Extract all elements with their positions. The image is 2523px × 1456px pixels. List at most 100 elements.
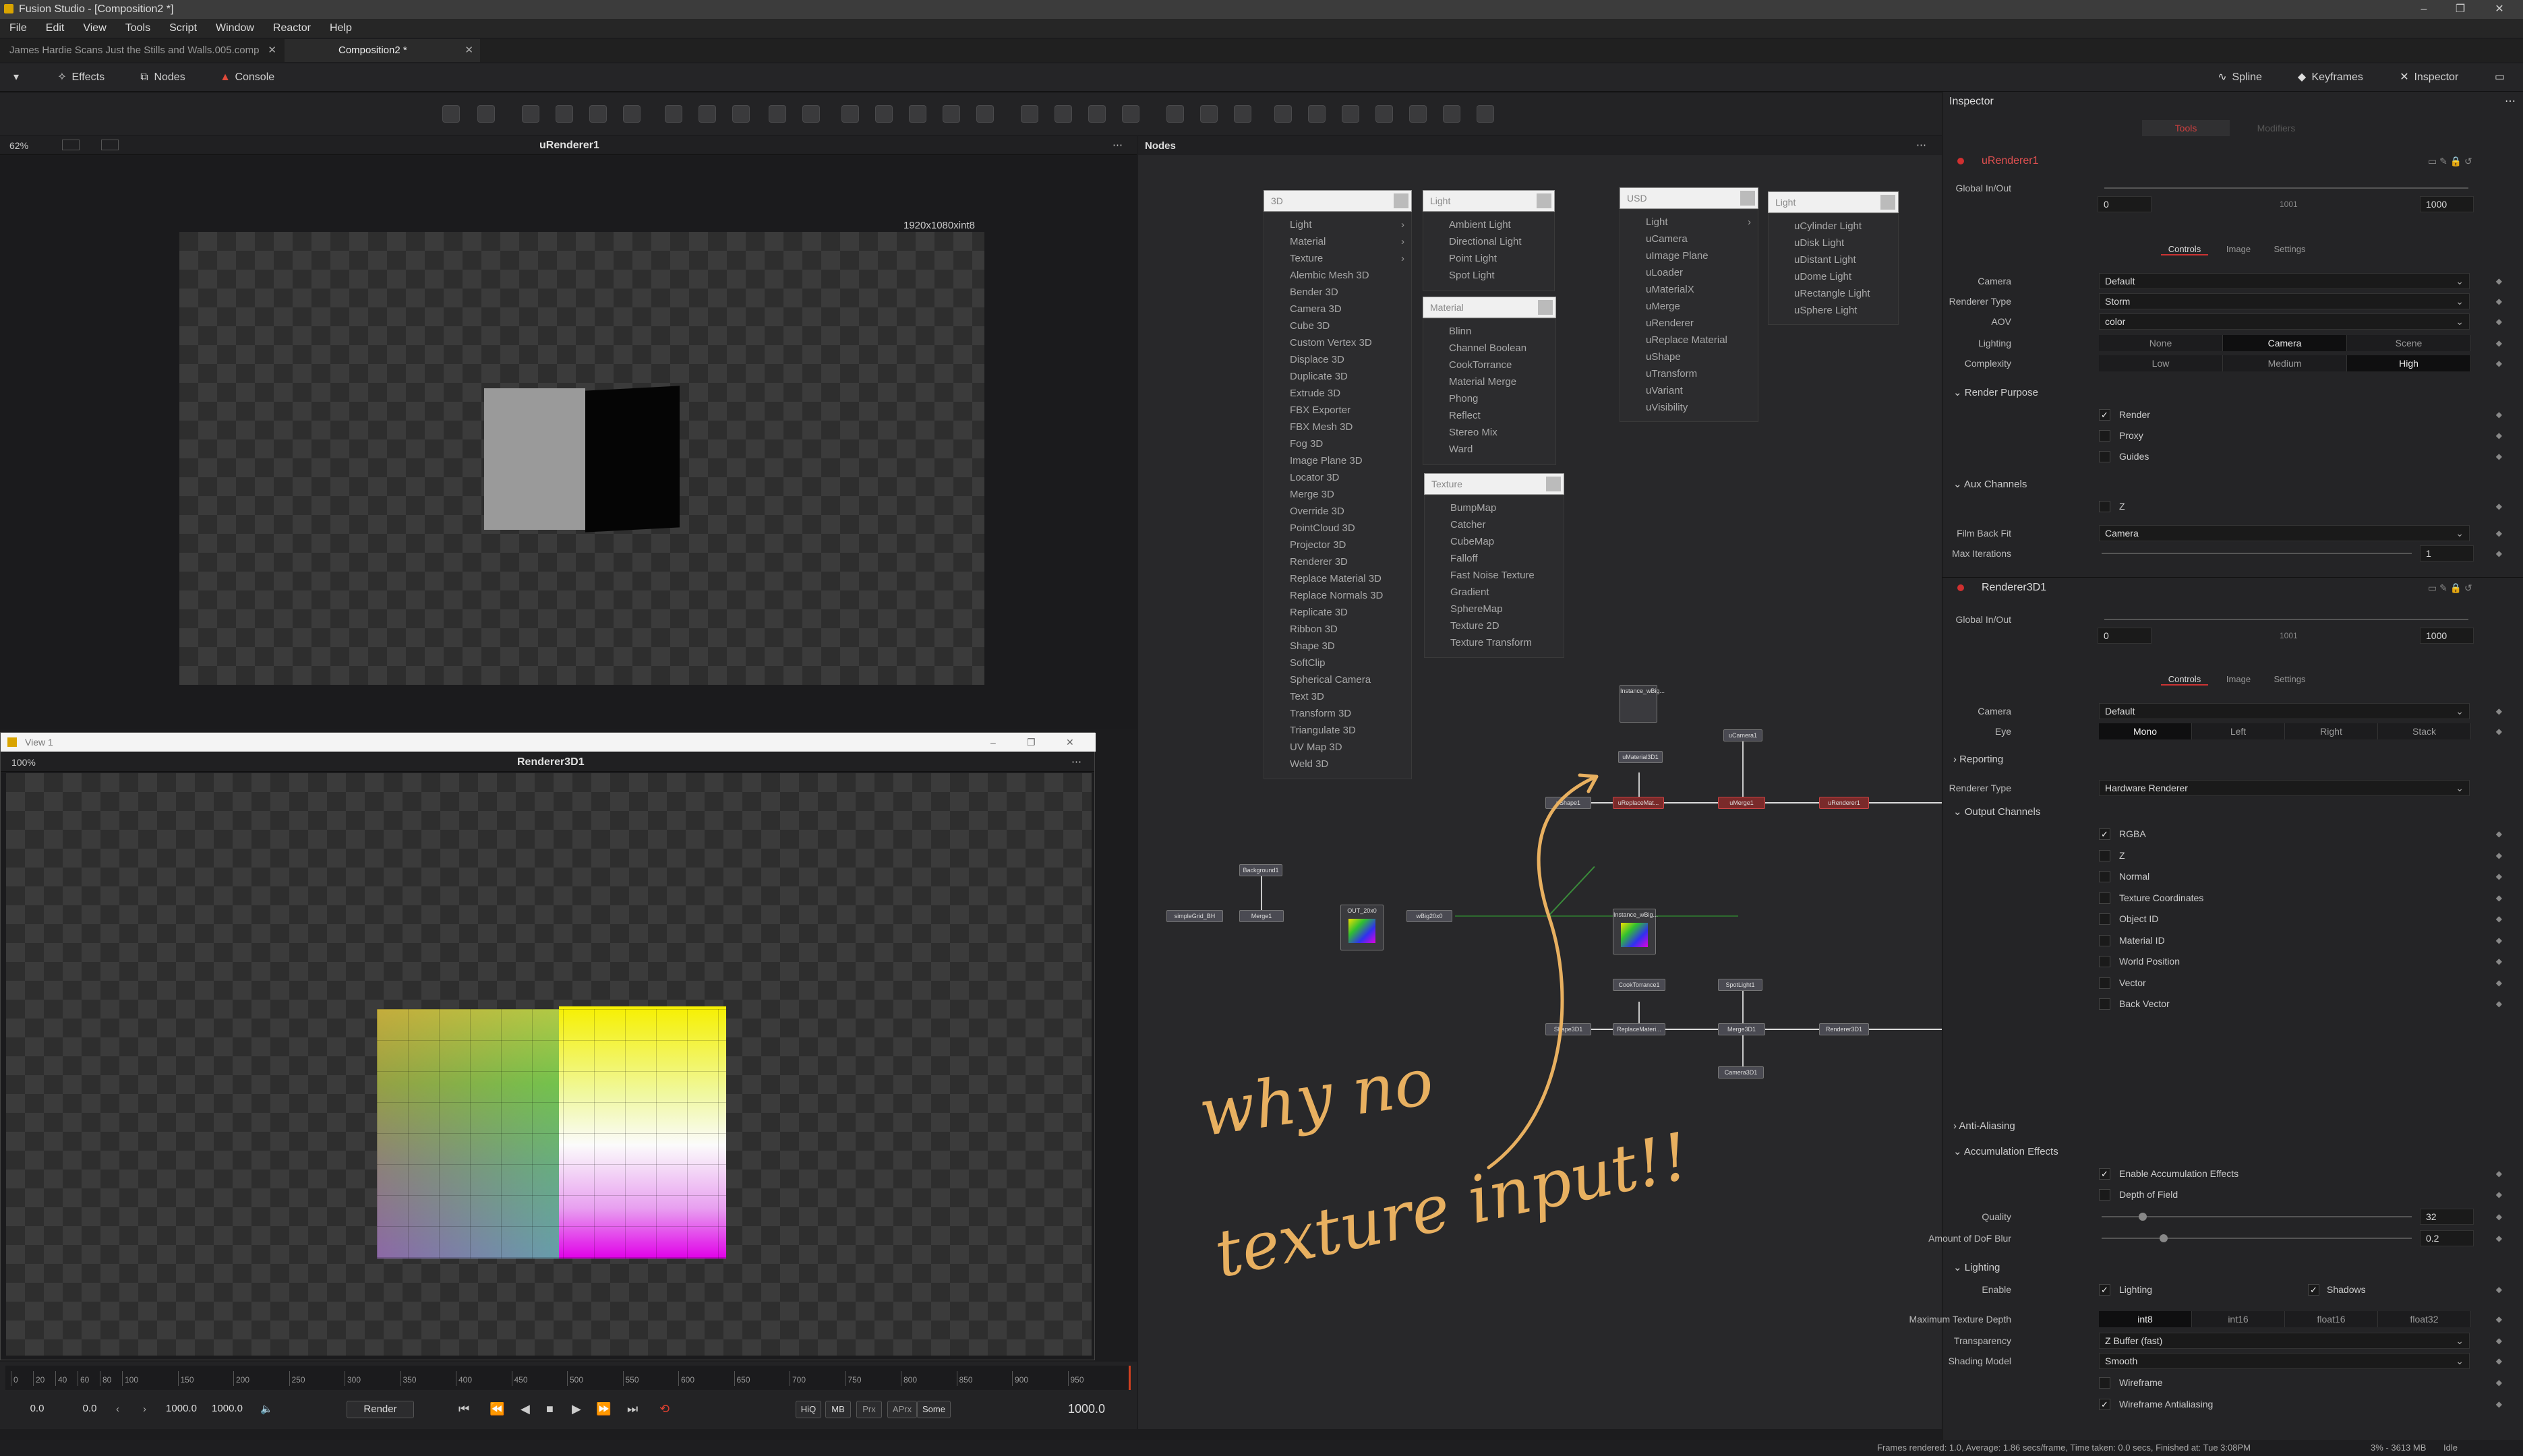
tool-icon[interactable] bbox=[1477, 105, 1494, 123]
keyframe-icon[interactable]: ◆ bbox=[2496, 1207, 2502, 1227]
complexity-high[interactable]: High bbox=[2347, 355, 2471, 371]
tool-header-urenderer[interactable]: uRenderer1 ▭ ✎ 🔒 ↺ bbox=[1942, 151, 2523, 171]
more-icon[interactable]: ⋯ bbox=[1071, 756, 1081, 768]
menu-item[interactable]: Renderer 3D bbox=[1264, 553, 1411, 570]
camera-dropdown[interactable]: Default ⌄ bbox=[2099, 273, 2470, 289]
stop-icon[interactable]: ■ bbox=[546, 1402, 554, 1416]
bspline-tool-icon[interactable] bbox=[1122, 105, 1139, 123]
keyframe-icon[interactable]: ◆ bbox=[2496, 543, 2502, 564]
wireframe-aa-checkbox[interactable]: ✓ bbox=[2099, 1399, 2110, 1410]
keyframe-icon[interactable]: ◆ bbox=[2496, 496, 2502, 516]
menu-item[interactable]: Gradient bbox=[1425, 584, 1564, 601]
menu-item[interactable]: uRenderer bbox=[1620, 315, 1758, 332]
menu-item[interactable]: uMerge bbox=[1620, 298, 1758, 315]
keyframe-icon[interactable]: ◆ bbox=[2496, 425, 2502, 446]
menu-item[interactable]: uLoader bbox=[1620, 264, 1758, 281]
global-in-field[interactable]: 0 bbox=[2098, 196, 2151, 212]
tool-enable-icon[interactable] bbox=[1957, 158, 1964, 164]
tool-icon[interactable] bbox=[442, 105, 460, 123]
viewer-canvas[interactable] bbox=[6, 773, 1092, 1356]
channel-checkbox[interactable] bbox=[2099, 934, 2110, 946]
menu-item[interactable]: Material Merge bbox=[1423, 373, 1555, 390]
tool-icon[interactable] bbox=[477, 105, 495, 123]
fast-forward-icon[interactable]: ⏩ bbox=[596, 1402, 611, 1416]
menu-item[interactable]: Spot Light bbox=[1423, 267, 1554, 284]
aov-dropdown[interactable]: color ⌄ bbox=[2099, 313, 2470, 330]
effects-button[interactable]: ✧ Effects bbox=[55, 63, 105, 92]
spline-button[interactable]: ∿ Spline bbox=[2216, 63, 2262, 92]
timeline-ruler[interactable]: 0 20 40 60 80 100 150 200 250 300 350 400 450 500 550 6… bbox=[5, 1366, 1131, 1390]
channel-checkbox[interactable] bbox=[2099, 892, 2110, 904]
tab-tools[interactable]: Tools bbox=[2142, 120, 2230, 136]
nodes-panel[interactable]: Nodes ⋯ 3D Light › Material › Texture › Alembi… bbox=[1138, 136, 2005, 1429]
menu-3d-search[interactable]: 3D bbox=[1264, 190, 1412, 212]
menu-item[interactable]: Shape 3D bbox=[1264, 638, 1411, 655]
eye-left[interactable]: Left bbox=[2192, 723, 2285, 739]
node-renderer3d[interactable]: Renderer3D1 bbox=[1819, 1023, 1869, 1035]
menu-item[interactable]: Ribbon 3D bbox=[1264, 621, 1411, 638]
shading-model-dropdown[interactable]: Smooth ⌄ bbox=[2099, 1353, 2470, 1369]
depth-float16[interactable]: float16 bbox=[2285, 1311, 2378, 1327]
keyframe-icon[interactable]: ◆ bbox=[2496, 951, 2502, 971]
menu-item[interactable]: Alembic Mesh 3D bbox=[1264, 267, 1411, 284]
output-channels-section[interactable]: ⌄ Output Channels bbox=[1942, 802, 2523, 822]
menu-item[interactable]: Spherical Camera bbox=[1264, 671, 1411, 688]
shadows-checkbox[interactable]: ✓ bbox=[2308, 1284, 2319, 1296]
tool-icon[interactable] bbox=[699, 105, 716, 123]
menu-item[interactable]: Cube 3D bbox=[1264, 317, 1411, 334]
some-toggle[interactable]: Some bbox=[917, 1401, 951, 1418]
keyframe-icon[interactable]: ◆ bbox=[2496, 1279, 2502, 1300]
menu-item[interactable]: Override 3D bbox=[1264, 503, 1411, 520]
enable-accum-checkbox[interactable]: ✓ bbox=[2099, 1168, 2110, 1180]
go-to-start-icon[interactable]: ⏮ bbox=[458, 1402, 469, 1416]
keyframe-icon[interactable]: ◆ bbox=[2496, 845, 2502, 866]
tool-icon[interactable] bbox=[732, 105, 750, 123]
range-slider[interactable] bbox=[2104, 619, 2468, 620]
menu-script[interactable]: Script bbox=[169, 22, 197, 34]
keyframe-icon[interactable]: ◆ bbox=[2496, 353, 2502, 373]
tool-icon[interactable] bbox=[875, 105, 893, 123]
menu-item[interactable]: Locator 3D bbox=[1264, 469, 1411, 486]
menu-item[interactable]: Image Plane 3D bbox=[1264, 452, 1411, 469]
slider-handle[interactable] bbox=[2139, 1213, 2147, 1221]
complexity-low[interactable]: Low bbox=[2099, 355, 2223, 371]
menu-material-search[interactable]: Material bbox=[1423, 297, 1556, 318]
tool-icon[interactable] bbox=[943, 105, 960, 123]
audio-icon[interactable]: 🔈 bbox=[260, 1403, 273, 1415]
keyframe-icon[interactable]: ◆ bbox=[2496, 1351, 2502, 1371]
eye-stack[interactable]: Stack bbox=[2378, 723, 2471, 739]
menu-light-search[interactable]: Light bbox=[1423, 190, 1555, 212]
search-icon[interactable] bbox=[1538, 300, 1553, 315]
tool-icon[interactable] bbox=[1274, 105, 1292, 123]
search-icon[interactable] bbox=[1394, 193, 1408, 208]
keyframe-icon[interactable]: ◆ bbox=[2496, 291, 2502, 311]
menu-item[interactable]: uVisibility bbox=[1620, 399, 1758, 416]
menu-item[interactable]: uMaterialX bbox=[1620, 281, 1758, 298]
menu-item[interactable]: Camera 3D bbox=[1264, 301, 1411, 317]
menu-item[interactable]: Reflect bbox=[1423, 407, 1555, 424]
menu-item[interactable]: Fog 3D bbox=[1264, 435, 1411, 452]
eye-mono[interactable]: Mono bbox=[2099, 723, 2192, 739]
prx-toggle[interactable]: Prx bbox=[856, 1401, 882, 1418]
search-icon[interactable] bbox=[1537, 193, 1551, 208]
renderer-type-dropdown[interactable]: Storm ⌄ bbox=[2099, 293, 2470, 309]
text-tool-icon[interactable] bbox=[589, 105, 607, 123]
view-options-icon[interactable] bbox=[101, 140, 119, 150]
keyframe-icon[interactable]: ◆ bbox=[2496, 446, 2502, 466]
maximize-button[interactable]: ❐ bbox=[2445, 0, 2476, 19]
keyframe-icon[interactable]: ◆ bbox=[2496, 1309, 2502, 1329]
keyframe-icon[interactable]: ◆ bbox=[2496, 1163, 2502, 1184]
go-to-end-icon[interactable]: ⏭ bbox=[627, 1402, 638, 1416]
menu-item[interactable]: FBX Mesh 3D bbox=[1264, 419, 1411, 435]
menu-item[interactable]: Falloff bbox=[1425, 550, 1564, 567]
step-back-icon[interactable]: ‹ bbox=[116, 1403, 119, 1415]
menu-item[interactable]: Phong bbox=[1423, 390, 1555, 407]
aprx-toggle[interactable]: APrx bbox=[887, 1401, 917, 1418]
node-ucamera[interactable]: uCamera1 bbox=[1723, 729, 1762, 741]
dof-blur-slider[interactable] bbox=[2102, 1238, 2412, 1239]
render-checkbox[interactable]: ✓ bbox=[2099, 409, 2110, 421]
menu-item[interactable]: Replace Material 3D bbox=[1264, 570, 1411, 587]
menu-help[interactable]: Help bbox=[330, 22, 352, 34]
menu-item[interactable]: uTransform bbox=[1620, 365, 1758, 382]
menu-window[interactable]: Window bbox=[216, 22, 254, 34]
